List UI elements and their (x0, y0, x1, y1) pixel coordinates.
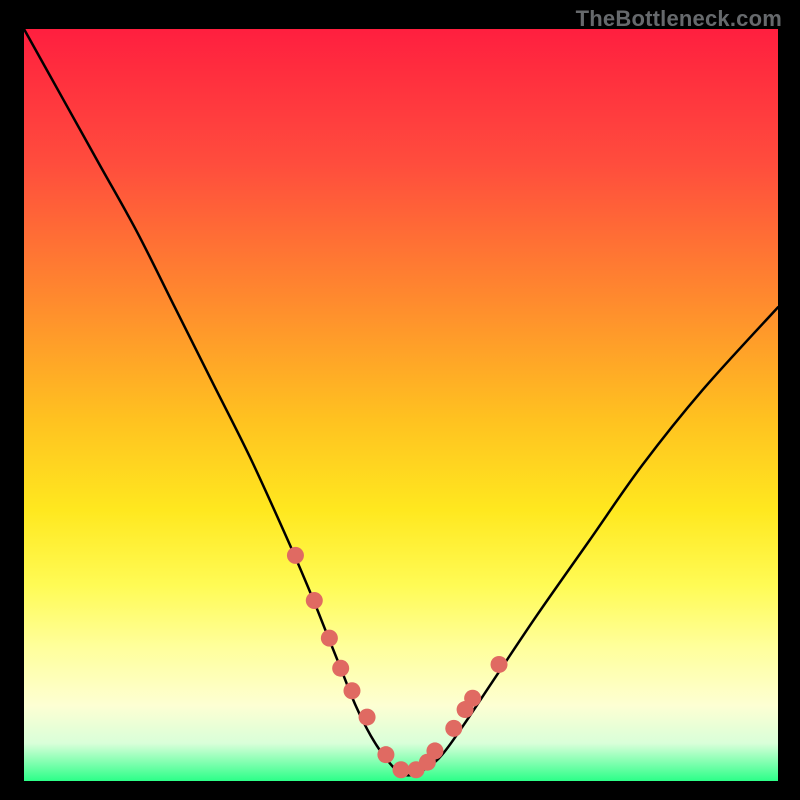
data-dot (321, 630, 338, 647)
data-dot (464, 690, 481, 707)
data-dot (393, 761, 410, 778)
outer-frame: TheBottleneck.com (0, 0, 800, 800)
data-dot (287, 547, 304, 564)
plot-area (24, 29, 778, 781)
data-dot (343, 682, 360, 699)
data-dot (426, 742, 443, 759)
data-dot (359, 709, 376, 726)
data-dot (445, 720, 462, 737)
data-dot (332, 660, 349, 677)
bottleneck-curve (24, 29, 778, 775)
data-dot (377, 746, 394, 763)
dot-series (287, 547, 508, 778)
data-dot (306, 592, 323, 609)
watermark-text: TheBottleneck.com (576, 6, 782, 32)
chart-svg (24, 29, 778, 781)
data-dot (491, 656, 508, 673)
